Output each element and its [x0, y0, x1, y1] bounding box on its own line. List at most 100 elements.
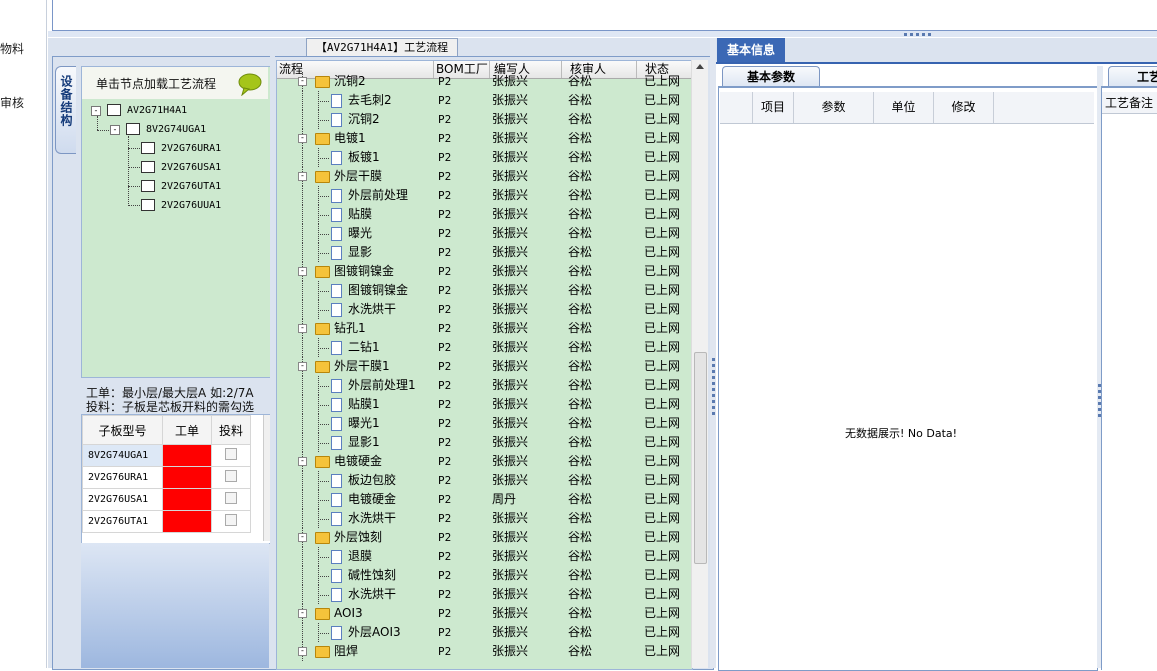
flow-step-name[interactable]: 贴膜 — [331, 205, 372, 224]
flow-step-name[interactable]: 外层蚀刻 — [315, 528, 382, 547]
work-order-cell[interactable] — [162, 510, 212, 533]
table-row[interactable]: 8V2G74UGA1 — [82, 444, 251, 467]
work-order-cell[interactable] — [162, 488, 212, 511]
flow-step-name[interactable]: 曝光 — [331, 224, 372, 243]
table-row[interactable]: 贴膜 P2 张振兴 谷松 已上网 — [277, 205, 692, 224]
feed-checkbox-cell[interactable] — [211, 444, 251, 467]
table-row[interactable]: 板边包胶 P2 张振兴 谷松 已上网 — [277, 471, 692, 490]
tree-collapse-toggle[interactable]: - — [298, 134, 307, 143]
flow-step-name[interactable]: 板镀1 — [331, 148, 380, 167]
tab-process-flow[interactable]: 【AV2G71H4A1】工艺流程 — [306, 38, 458, 57]
feed-checkbox-cell[interactable] — [211, 466, 251, 489]
table-row[interactable]: 二钻1 P2 张振兴 谷松 已上网 — [277, 338, 692, 357]
table-row[interactable]: - AOI3 P2 张振兴 谷松 已上网 — [277, 604, 692, 623]
flow-step-name[interactable]: 水洗烘干 — [331, 509, 396, 528]
feed-checkbox[interactable] — [225, 448, 237, 460]
flow-step-name[interactable]: 外层AOI3 — [331, 623, 401, 642]
model-cell[interactable]: 2V2G76URA1 — [82, 466, 163, 489]
flow-step-name[interactable]: 阻焊 — [315, 642, 358, 661]
flow-step-name[interactable]: 电镀1 — [315, 129, 366, 148]
flow-step-name[interactable]: 外层前处理 — [331, 186, 408, 205]
table-row[interactable]: 图镀铜镍金 P2 张振兴 谷松 已上网 — [277, 281, 692, 300]
table-row[interactable]: 外层前处理1 P2 张振兴 谷松 已上网 — [277, 376, 692, 395]
table-row[interactable]: 曝光1 P2 张振兴 谷松 已上网 — [277, 414, 692, 433]
flow-step-name[interactable]: 沉铜2 — [331, 110, 380, 129]
tree-collapse-toggle[interactable]: - — [298, 362, 307, 371]
flow-step-name[interactable]: 二钻1 — [331, 338, 380, 357]
flow-step-name[interactable]: 外层干膜1 — [315, 357, 390, 376]
tree-node[interactable]: 2V2G76USA1 — [141, 161, 221, 173]
flow-step-name[interactable]: 退膜 — [331, 547, 372, 566]
panel-splitter[interactable] — [270, 56, 275, 668]
table-row[interactable]: 2V2G76URA1 — [82, 466, 251, 489]
tree-node[interactable]: 2V2G76URA1 — [141, 142, 221, 154]
flow-step-name[interactable]: 水洗烘干 — [331, 300, 396, 319]
flow-step-name[interactable]: 钻孔1 — [315, 319, 366, 338]
tree-collapse-toggle[interactable]: - — [298, 77, 307, 86]
table-row[interactable]: 2V2G76USA1 — [82, 488, 251, 511]
tree-collapse-toggle[interactable]: - — [91, 106, 101, 116]
feed-checkbox[interactable] — [225, 470, 237, 482]
table-row[interactable]: 外层前处理 P2 张振兴 谷松 已上网 — [277, 186, 692, 205]
col-header-unit[interactable]: 单位 — [874, 92, 934, 123]
tree-node[interactable]: 8V2G74UGA1 — [126, 123, 206, 135]
table-row[interactable]: 水洗烘干 P2 张振兴 谷松 已上网 — [277, 300, 692, 319]
table-row[interactable]: 碱性蚀刻 P2 张振兴 谷松 已上网 — [277, 566, 692, 585]
model-cell[interactable]: 8V2G74UGA1 — [82, 444, 163, 467]
col-header-process-note[interactable]: 工艺备注 — [1102, 92, 1157, 114]
nav-item-material[interactable]: 物料 — [0, 40, 24, 57]
flow-step-name[interactable]: AOI3 — [315, 604, 363, 623]
tree-node[interactable]: AV2G71H4A1 — [107, 104, 187, 116]
tree-node[interactable]: 2V2G76UTA1 — [141, 180, 221, 192]
table-row[interactable]: 水洗烘干 P2 张振兴 谷松 已上网 — [277, 509, 692, 528]
work-order-cell[interactable] — [162, 444, 212, 467]
table-row[interactable]: 曝光 P2 张振兴 谷松 已上网 — [277, 224, 692, 243]
tree-collapse-toggle[interactable]: - — [298, 267, 307, 276]
col-header-work-order[interactable]: 工单 — [162, 415, 212, 445]
tree-collapse-toggle[interactable]: - — [298, 172, 307, 181]
scroll-up-icon[interactable] — [696, 64, 704, 69]
table-row[interactable]: 去毛刺2 P2 张振兴 谷松 已上网 — [277, 91, 692, 110]
flow-step-name[interactable]: 显影1 — [331, 433, 380, 452]
table-row[interactable]: - 外层干膜 P2 张振兴 谷松 已上网 — [277, 167, 692, 186]
table-row[interactable]: - 钻孔1 P2 张振兴 谷松 已上网 — [277, 319, 692, 338]
tree-collapse-toggle[interactable]: - — [298, 609, 307, 618]
panel-splitter[interactable] — [710, 38, 716, 668]
feed-checkbox-cell[interactable] — [211, 488, 251, 511]
flow-step-name[interactable]: 板边包胶 — [331, 471, 396, 490]
flow-step-name[interactable]: 外层干膜 — [315, 167, 382, 186]
tab-process-notes[interactable]: 工艺 — [1108, 66, 1157, 86]
table-row[interactable]: 退膜 P2 张振兴 谷松 已上网 — [277, 547, 692, 566]
table-row[interactable]: - 外层干膜1 P2 张振兴 谷松 已上网 — [277, 357, 692, 376]
col-header-feed[interactable]: 投料 — [211, 415, 251, 445]
flow-step-name[interactable]: 图镀铜镍金 — [315, 262, 394, 281]
flow-step-name[interactable]: 碱性蚀刻 — [331, 566, 396, 585]
table-row[interactable]: - 图镀铜镍金 P2 张振兴 谷松 已上网 — [277, 262, 692, 281]
table-row[interactable]: 沉铜2 P2 张振兴 谷松 已上网 — [277, 110, 692, 129]
table-row[interactable]: 板镀1 P2 张振兴 谷松 已上网 — [277, 148, 692, 167]
table-row[interactable]: 电镀硬金 P2 周丹 谷松 已上网 — [277, 490, 692, 509]
flow-step-name[interactable]: 曝光1 — [331, 414, 380, 433]
col-header-param[interactable]: 参数 — [794, 92, 874, 123]
model-cell[interactable]: 2V2G76USA1 — [82, 488, 163, 511]
col-header-modify[interactable]: 修改 — [934, 92, 994, 123]
tree-collapse-toggle[interactable]: - — [110, 125, 120, 135]
model-cell[interactable]: 2V2G76UTA1 — [82, 510, 163, 533]
table-row[interactable]: - 沉铜2 P2 张振兴 谷松 已上网 — [277, 72, 692, 91]
tab-device-structure[interactable]: 设备结构 — [55, 66, 76, 154]
table-row[interactable]: - 电镀硬金 P2 张振兴 谷松 已上网 — [277, 452, 692, 471]
table-row[interactable]: 外层AOI3 P2 张振兴 谷松 已上网 — [277, 623, 692, 642]
flow-step-name[interactable]: 水洗烘干 — [331, 585, 396, 604]
nav-item-review[interactable]: 审核 — [0, 94, 24, 111]
table-row[interactable]: 2V2G76UTA1 — [82, 510, 251, 533]
tree-collapse-toggle[interactable]: - — [298, 533, 307, 542]
flow-step-name[interactable]: 去毛刺2 — [331, 91, 392, 110]
table-row[interactable]: - 阻焊 P2 张振兴 谷松 已上网 — [277, 642, 692, 661]
table-row[interactable]: - 电镀1 P2 张振兴 谷松 已上网 — [277, 129, 692, 148]
tree-node[interactable]: 2V2G76UUA1 — [141, 199, 221, 211]
flow-step-name[interactable]: 外层前处理1 — [331, 376, 416, 395]
flow-step-name[interactable]: 电镀硬金 — [315, 452, 382, 471]
tree-collapse-toggle[interactable]: - — [298, 647, 307, 656]
table-row[interactable]: 贴膜1 P2 张振兴 谷松 已上网 — [277, 395, 692, 414]
tree-collapse-toggle[interactable]: - — [298, 457, 307, 466]
